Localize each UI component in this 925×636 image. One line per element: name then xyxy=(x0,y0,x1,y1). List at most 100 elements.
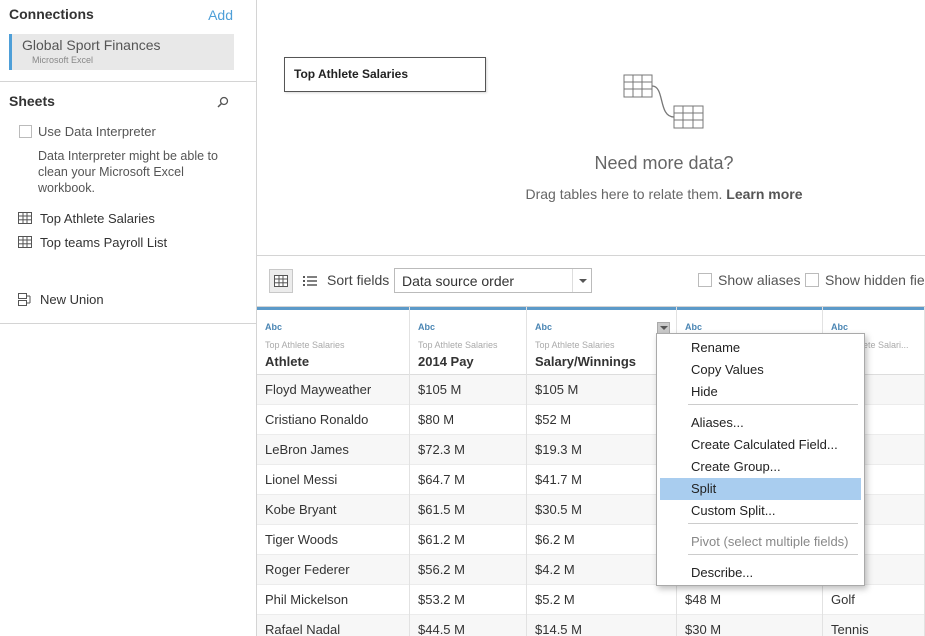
field-type-label[interactable]: Abc xyxy=(831,322,848,332)
drag-tables-text: Drag tables here to relate them. xyxy=(525,186,723,202)
dropdown-arrow-icon[interactable] xyxy=(572,269,591,292)
table-cell[interactable]: $53.2 M xyxy=(410,585,526,615)
table-cell[interactable]: $105 M xyxy=(410,375,526,405)
table-cell[interactable]: $41.7 M xyxy=(527,465,676,495)
table-cell[interactable]: $48 M xyxy=(677,585,822,615)
column-header[interactable]: Abc Top Athlete Salaries Athlete xyxy=(257,307,409,375)
table-cell[interactable]: Rafael Nadal xyxy=(257,615,409,636)
sort-fields-value: Data source order xyxy=(402,273,515,289)
connections-title: Connections xyxy=(9,6,94,22)
sort-fields-select[interactable]: Data source order xyxy=(394,268,592,293)
left-pane: Connections Add Global Sport Finances Mi… xyxy=(0,0,257,636)
show-aliases-label: Show aliases xyxy=(718,272,801,288)
grid-column: Abc Top Athlete Salaries 2014 Pay $105 M $80… xyxy=(410,307,527,636)
table-cell[interactable]: $61.2 M xyxy=(410,525,526,555)
column-header[interactable]: Abc Top Athlete Salaries Salary/Winnings xyxy=(527,307,676,375)
list-view-button[interactable] xyxy=(299,269,321,293)
menu-item-rename[interactable]: Rename xyxy=(660,337,861,359)
menu-item-create-calculated-field[interactable]: Create Calculated Field... xyxy=(660,434,861,456)
field-type-label[interactable]: Abc xyxy=(535,322,552,332)
menu-item-copy-values[interactable]: Copy Values xyxy=(660,359,861,381)
table-cell[interactable]: $14.5 M xyxy=(527,615,676,636)
show-aliases-toggle[interactable]: Show aliases xyxy=(698,272,801,288)
canvas-table-top-athlete-salaries[interactable]: Top Athlete Salaries xyxy=(284,57,486,92)
table-cell[interactable]: $61.5 M xyxy=(410,495,526,525)
table-cell[interactable]: Roger Federer xyxy=(257,555,409,585)
menu-item-aliases[interactable]: Aliases... xyxy=(660,412,861,434)
table-cell[interactable]: $6.2 M xyxy=(527,525,676,555)
data-source-canvas[interactable]: Top Athlete Salaries Need more data? Dra… xyxy=(257,0,925,256)
learn-more-link[interactable]: Learn more xyxy=(726,186,802,202)
table-cell[interactable]: $80 M xyxy=(410,405,526,435)
table-cell[interactable]: $105 M xyxy=(527,375,676,405)
add-connection-link[interactable]: Add xyxy=(208,7,233,23)
canvas-table-label: Top Athlete Salaries xyxy=(294,67,409,81)
relate-tables-icon xyxy=(623,74,704,129)
table-cell[interactable]: Phil Mickelson xyxy=(257,585,409,615)
sheets-title: Sheets xyxy=(9,93,55,109)
table-cell[interactable]: Tiger Woods xyxy=(257,525,409,555)
connection-item[interactable]: Global Sport Finances Microsoft Excel xyxy=(9,34,234,70)
field-source-label: Top Athlete Salaries xyxy=(535,340,615,350)
divider xyxy=(0,323,256,324)
show-hidden-label: Show hidden fields xyxy=(825,272,925,288)
menu-item-pivot-select-multiple-fields: Pivot (select multiple fields) xyxy=(691,534,849,549)
menu-separator xyxy=(688,404,858,405)
show-hidden-checkbox[interactable] xyxy=(805,273,819,287)
grid-toolbar: Sort fields Data source order Show alias… xyxy=(257,257,925,305)
union-icon xyxy=(18,293,31,306)
new-union-label: New Union xyxy=(40,292,104,307)
menu-separator xyxy=(688,554,858,555)
table-cell[interactable]: $72.3 M xyxy=(410,435,526,465)
field-type-label[interactable]: Abc xyxy=(685,322,702,332)
show-hidden-fields-toggle[interactable]: Show hidden fields xyxy=(805,272,925,288)
sheet-label: Top teams Payroll List xyxy=(40,235,168,250)
table-cell[interactable]: $5.2 M xyxy=(527,585,676,615)
field-name-label[interactable]: Salary/Winnings xyxy=(535,354,636,369)
table-cell[interactable]: Tennis xyxy=(823,615,924,636)
table-icon xyxy=(18,212,32,224)
column-header[interactable]: Abc Top Athlete Salaries 2014 Pay xyxy=(410,307,526,375)
sheet-label: Top Athlete Salaries xyxy=(40,211,155,226)
menu-item-create-group[interactable]: Create Group... xyxy=(660,456,861,478)
menu-item-custom-split[interactable]: Custom Split... xyxy=(660,500,861,522)
field-name-label[interactable]: Athlete xyxy=(265,354,309,369)
menu-item-hide[interactable]: Hide xyxy=(660,381,861,403)
interpreter-label: Use Data Interpreter xyxy=(38,124,156,139)
connection-name: Global Sport Finances xyxy=(22,37,161,53)
table-cell[interactable]: $30.5 M xyxy=(527,495,676,525)
interpreter-checkbox[interactable] xyxy=(19,125,32,138)
table-cell[interactable]: $52 M xyxy=(527,405,676,435)
divider xyxy=(0,81,256,82)
table-cell[interactable]: $64.7 M xyxy=(410,465,526,495)
grid-view-icon xyxy=(274,275,288,287)
menu-item-split[interactable]: Split xyxy=(660,478,861,500)
table-icon xyxy=(18,236,32,248)
menu-separator xyxy=(688,523,858,524)
search-icon[interactable] xyxy=(217,96,229,108)
column-context-menu: Rename Copy Values Hide Aliases... Create Ca… xyxy=(656,333,865,586)
table-cell[interactable]: $30 M xyxy=(677,615,822,636)
drag-tables-hint: Drag tables here to relate them. Learn m… xyxy=(477,186,851,202)
table-cell[interactable]: LeBron James xyxy=(257,435,409,465)
field-source-label: Top Athlete Salaries xyxy=(265,340,345,350)
list-view-icon xyxy=(303,276,317,286)
table-cell[interactable]: Kobe Bryant xyxy=(257,495,409,525)
table-cell[interactable]: $19.3 M xyxy=(527,435,676,465)
grid-column: Abc Top Athlete Salaries Athlete Floyd Mayw… xyxy=(257,307,410,636)
table-cell[interactable]: Golf xyxy=(823,585,924,615)
field-type-label[interactable]: Abc xyxy=(265,322,282,332)
grid-column: Abc Top Athlete Salaries Salary/Winnings $1… xyxy=(527,307,677,636)
table-cell[interactable]: $56.2 M xyxy=(410,555,526,585)
table-cell[interactable]: Lionel Messi xyxy=(257,465,409,495)
interpreter-description: Data Interpreter might be able to clean … xyxy=(38,149,218,195)
table-cell[interactable]: Cristiano Ronaldo xyxy=(257,405,409,435)
table-cell[interactable]: $44.5 M xyxy=(410,615,526,636)
field-name-label[interactable]: 2014 Pay xyxy=(418,354,474,369)
table-cell[interactable]: Floyd Mayweather xyxy=(257,375,409,405)
menu-item-describe[interactable]: Describe... xyxy=(660,562,861,584)
field-type-label[interactable]: Abc xyxy=(418,322,435,332)
table-cell[interactable]: $4.2 M xyxy=(527,555,676,585)
grid-view-button[interactable] xyxy=(269,269,293,293)
show-aliases-checkbox[interactable] xyxy=(698,273,712,287)
